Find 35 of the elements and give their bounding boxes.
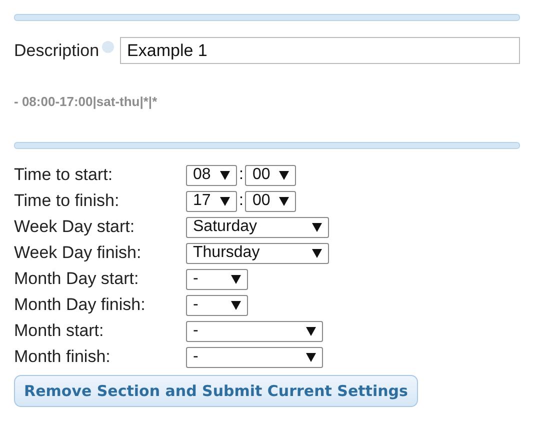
dropdown[interactable]: 08 [186, 164, 237, 186]
field-label: Week Day finish: [14, 242, 142, 264]
dropdown[interactable]: - [186, 294, 248, 316]
caret-icon [231, 300, 241, 310]
field-label: Time to start: [14, 164, 114, 186]
dropdown[interactable]: 00 [245, 164, 296, 186]
dropdown[interactable]: Saturday [186, 216, 329, 238]
caret-icon [279, 170, 290, 180]
dropdown[interactable]: 17 [186, 190, 237, 212]
field-label: Month Day start: [14, 268, 140, 290]
field-label: Month finish: [14, 346, 112, 368]
caret-icon [220, 196, 230, 206]
dropdown[interactable]: - [186, 320, 323, 342]
schedule-summary: - 08:00-17:00|sat-thu|*|* [14, 94, 158, 109]
caret-icon [312, 248, 322, 258]
time-separator: : [239, 192, 244, 210]
caret-icon [306, 352, 316, 362]
caret-icon [306, 326, 316, 336]
dropdown[interactable]: - [186, 346, 323, 368]
dropdown[interactable]: 00 [245, 190, 296, 212]
caret-icon [279, 196, 290, 206]
description-label: Description [14, 40, 100, 60]
caret-icon [220, 170, 230, 180]
dropdown[interactable]: Thursday [186, 242, 329, 264]
field-label: Time to finish: [14, 190, 120, 212]
caret-icon [231, 274, 241, 284]
help-icon[interactable] [102, 40, 114, 52]
field-label: Month Day finish: [14, 294, 146, 316]
field-label: Month start: [14, 320, 105, 342]
field-label: Week Day start: [14, 216, 136, 238]
caret-icon [312, 222, 322, 232]
submit-button[interactable]: Remove Section and Submit Current Settings [14, 375, 418, 407]
description-field[interactable]: Example 1 [120, 37, 520, 64]
dropdown[interactable]: - [186, 268, 248, 290]
time-separator: : [239, 166, 244, 184]
